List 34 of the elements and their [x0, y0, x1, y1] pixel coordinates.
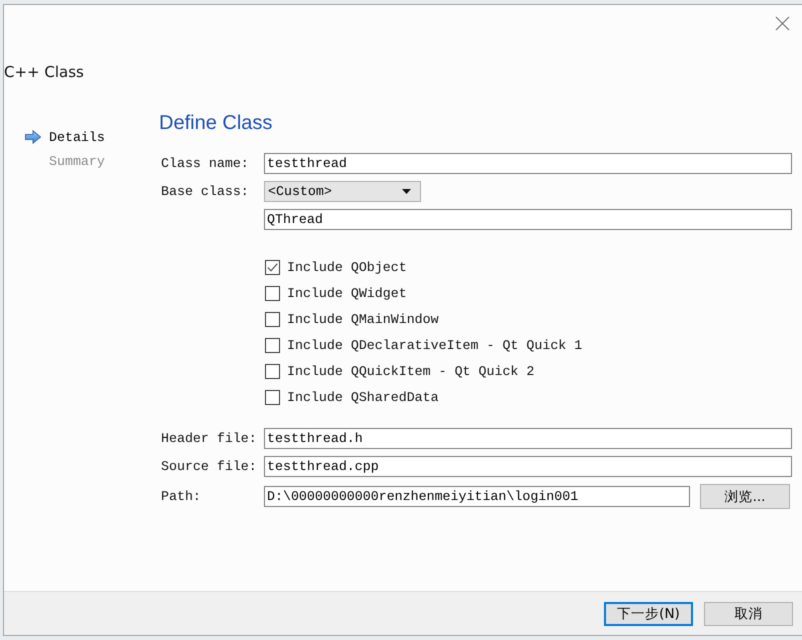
checkbox[interactable] [265, 338, 280, 352]
base-class-field[interactable]: QThread [264, 209, 792, 230]
checkbox[interactable] [265, 390, 280, 404]
window-title: C++ Class [4, 62, 84, 82]
checkbox-label: Include QWidget [287, 286, 407, 300]
arrow-icon [25, 130, 41, 144]
field-label: Base class: [160, 184, 250, 199]
close-icon[interactable] [775, 16, 790, 31]
checkbox[interactable] [265, 312, 280, 326]
checkbox[interactable] [265, 260, 280, 274]
file-name-field[interactable]: testthread.h [264, 428, 792, 449]
checkbox-label: Include QObject [287, 260, 407, 274]
field-label: Header file: [160, 431, 258, 446]
checkbox[interactable] [265, 364, 280, 378]
browse-button[interactable]: 浏览... [700, 484, 790, 509]
checkbox-label: Include QQuickItem - Qt Quick 2 [287, 364, 534, 378]
page-heading: Define Class [159, 111, 272, 135]
field-label: Class name: [160, 156, 250, 171]
caret-icon [402, 189, 411, 194]
checkbox[interactable] [265, 286, 280, 300]
file-name-field[interactable]: testthread.cpp [264, 456, 792, 477]
checkmark-icon [267, 262, 278, 272]
wizard-step: Summary [49, 154, 105, 168]
checkbox-label: Include QDeclarativeItem - Qt Quick 1 [287, 338, 582, 352]
field-label: Path: [160, 489, 202, 504]
class-name-field[interactable]: testthread [264, 153, 792, 174]
wizard-step: Details [49, 130, 105, 144]
checkbox-label: Include QSharedData [287, 390, 439, 404]
cancel-button[interactable]: 取消 [704, 602, 793, 626]
base-class-dropdown[interactable]: <Custom> [264, 181, 421, 202]
next-button[interactable]: 下一步(N) [604, 602, 693, 626]
field-label: Source file: [160, 459, 258, 474]
checkbox-label: Include QMainWindow [287, 312, 439, 326]
path-field[interactable]: D:\00000000000renzhenmeiyitian\login001 [264, 486, 690, 507]
